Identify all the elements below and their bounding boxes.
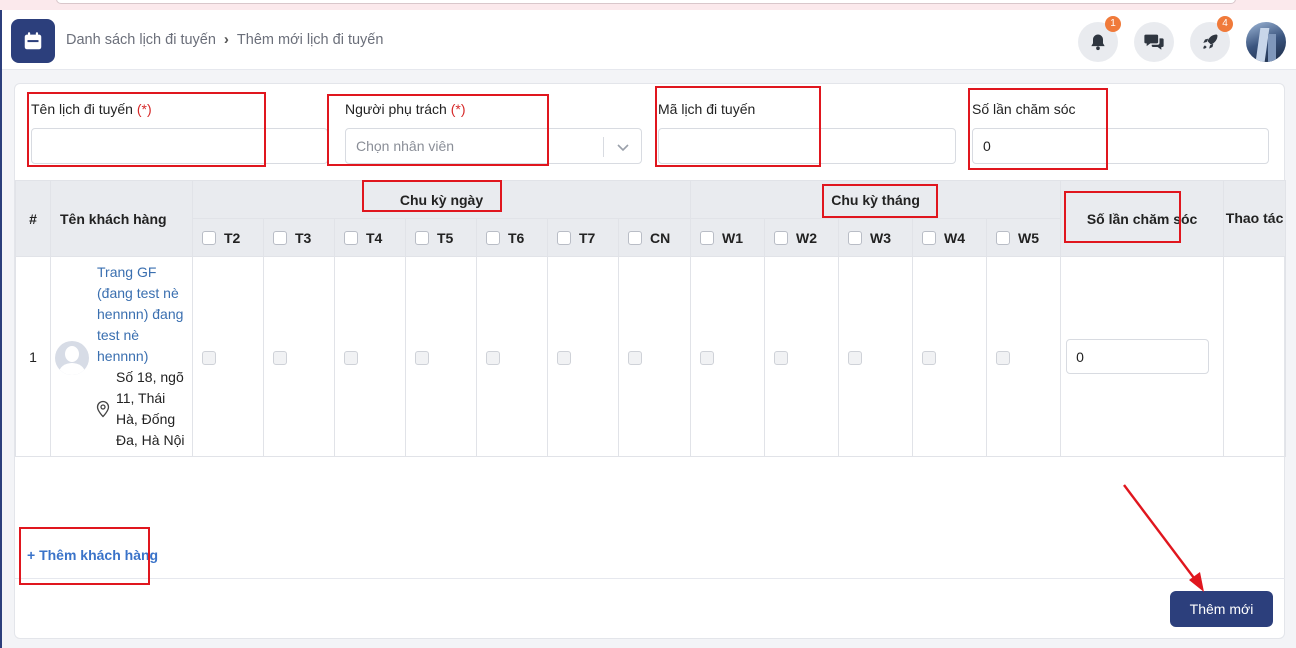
day-T4[interactable]: T4 — [334, 218, 406, 257]
care-count-input[interactable] — [972, 128, 1269, 164]
week-W1[interactable]: W1 — [690, 218, 766, 257]
row-day-T2-checkbox[interactable] — [202, 350, 216, 365]
route-name-input[interactable] — [31, 128, 328, 164]
col-care-count: Số lần chăm sóc — [1060, 180, 1225, 257]
group-day-cycle: Chu kỳ ngày — [191, 180, 692, 219]
customer-address: Số 18, ngõ 11, Thái Hà, Đống Đa, Hà Nội — [116, 369, 185, 448]
row-care-count-cell — [1060, 256, 1225, 457]
page-header: Danh sách lịch đi tuyến › Thêm mới lịch … — [2, 10, 1296, 70]
row-week-W4[interactable] — [912, 256, 988, 457]
col-customer: Tên khách hàng — [50, 180, 193, 257]
week-W5[interactable]: W5 — [986, 218, 1062, 257]
assignee-select[interactable]: Chọn nhân viên — [345, 128, 642, 164]
breadcrumb: Danh sách lịch đi tuyến › Thêm mới lịch … — [66, 31, 383, 48]
row-day-T7[interactable] — [547, 256, 619, 457]
notifications-button[interactable]: 1 — [1078, 16, 1121, 62]
row-day-T5-checkbox[interactable] — [415, 350, 429, 365]
row-week-W5-checkbox[interactable] — [996, 350, 1011, 365]
updates-badge: 4 — [1217, 16, 1233, 32]
day-CN[interactable]: CN — [617, 218, 692, 257]
care-count-label: Số lần chăm sóc — [972, 101, 1076, 117]
add-customer-link[interactable]: + Thêm khách hàng — [27, 547, 158, 563]
day-T7-checkbox[interactable] — [557, 231, 571, 246]
row-day-T6[interactable] — [476, 256, 548, 457]
customer-cell: Trang GF (đang test nè hennnn) đang test… — [50, 256, 193, 457]
row-week-W2-checkbox[interactable] — [774, 350, 789, 365]
day-CN-checkbox[interactable] — [628, 231, 642, 246]
user-avatar[interactable] — [1246, 22, 1286, 62]
chevron-down-icon[interactable] — [615, 139, 631, 155]
customer-table: # Tên khách hàng Chu kỳ ngày Chu kỳ thán… — [15, 180, 1287, 457]
day-T5-checkbox[interactable] — [415, 231, 429, 246]
row-week-W4-checkbox[interactable] — [922, 350, 937, 365]
day-T3[interactable]: T3 — [263, 218, 335, 257]
day-T5[interactable]: T5 — [405, 218, 477, 257]
day-T2-checkbox[interactable] — [202, 231, 216, 246]
day-T4-checkbox[interactable] — [344, 231, 358, 246]
row-day-CN-checkbox[interactable] — [628, 350, 642, 365]
footer-divider — [15, 578, 1285, 579]
week-W4[interactable]: W4 — [912, 218, 988, 257]
row-day-T4-checkbox[interactable] — [344, 350, 358, 365]
group-month-cycle: Chu kỳ tháng — [690, 180, 1062, 219]
row-week-W3-checkbox[interactable] — [848, 350, 863, 365]
bell-icon — [1091, 34, 1105, 51]
assignee-label: Người phụ trách (*) — [345, 101, 466, 117]
chevron-right-icon: › — [223, 31, 229, 48]
row-actions-cell — [1223, 256, 1287, 457]
route-name-label: Tên lịch đi tuyến (*) — [31, 101, 152, 117]
day-T6-checkbox[interactable] — [486, 231, 500, 246]
row-day-T7-checkbox[interactable] — [557, 350, 571, 365]
breadcrumb-parent[interactable]: Danh sách lịch đi tuyến — [66, 32, 216, 48]
route-code-label: Mã lịch đi tuyến — [658, 101, 756, 117]
messages-button[interactable] — [1134, 22, 1174, 62]
location-pin-icon — [96, 400, 110, 418]
row-week-W5[interactable] — [986, 256, 1062, 457]
row-day-T4[interactable] — [334, 256, 406, 457]
browser-top-strip — [0, 0, 1296, 10]
day-T2[interactable]: T2 — [192, 218, 264, 257]
table-row: 1 Trang GF (đang test nè hennnn) đang te… — [15, 256, 1287, 457]
customer-name-link[interactable]: Trang GF (đang test nè hennnn) đang test… — [97, 262, 189, 367]
row-care-count-input[interactable] — [1066, 339, 1210, 374]
row-day-T3[interactable] — [263, 256, 335, 457]
week-W3[interactable]: W3 — [838, 218, 914, 257]
week-W1-checkbox[interactable] — [700, 231, 715, 246]
row-day-T5[interactable] — [405, 256, 477, 457]
assignee-placeholder: Chọn nhân viên — [356, 138, 455, 154]
week-W3-checkbox[interactable] — [848, 231, 863, 246]
route-code-input[interactable] — [658, 128, 956, 164]
row-week-W2[interactable] — [764, 256, 840, 457]
week-W2[interactable]: W2 — [764, 218, 840, 257]
col-index: # — [15, 180, 51, 257]
week-W2-checkbox[interactable] — [774, 231, 789, 246]
updates-button[interactable]: 4 — [1190, 16, 1233, 62]
breadcrumb-current: Thêm mới lịch đi tuyến — [236, 31, 384, 48]
row-day-T6-checkbox[interactable] — [486, 350, 500, 365]
day-T6[interactable]: T6 — [476, 218, 548, 257]
calendar-app-icon[interactable] — [11, 19, 55, 63]
left-accent-line — [0, 10, 2, 648]
chat-icon — [1144, 34, 1164, 50]
day-T3-checkbox[interactable] — [273, 231, 287, 246]
week-W4-checkbox[interactable] — [922, 231, 937, 246]
row-index: 1 — [15, 256, 51, 457]
rocket-icon — [1203, 34, 1218, 49]
col-actions: Thao tác — [1223, 180, 1287, 257]
day-T7[interactable]: T7 — [547, 218, 619, 257]
customer-avatar — [55, 341, 89, 375]
week-W5-checkbox[interactable] — [996, 231, 1011, 246]
notifications-badge: 1 — [1105, 16, 1121, 32]
row-day-T2[interactable] — [192, 256, 264, 457]
row-week-W1[interactable] — [690, 256, 766, 457]
row-day-T3-checkbox[interactable] — [273, 350, 287, 365]
submit-button[interactable]: Thêm mới — [1170, 591, 1273, 627]
browser-bar — [56, 0, 1236, 4]
row-week-W1-checkbox[interactable] — [700, 350, 715, 365]
row-day-CN[interactable] — [617, 256, 692, 457]
row-week-W3[interactable] — [838, 256, 914, 457]
select-divider — [603, 137, 604, 157]
